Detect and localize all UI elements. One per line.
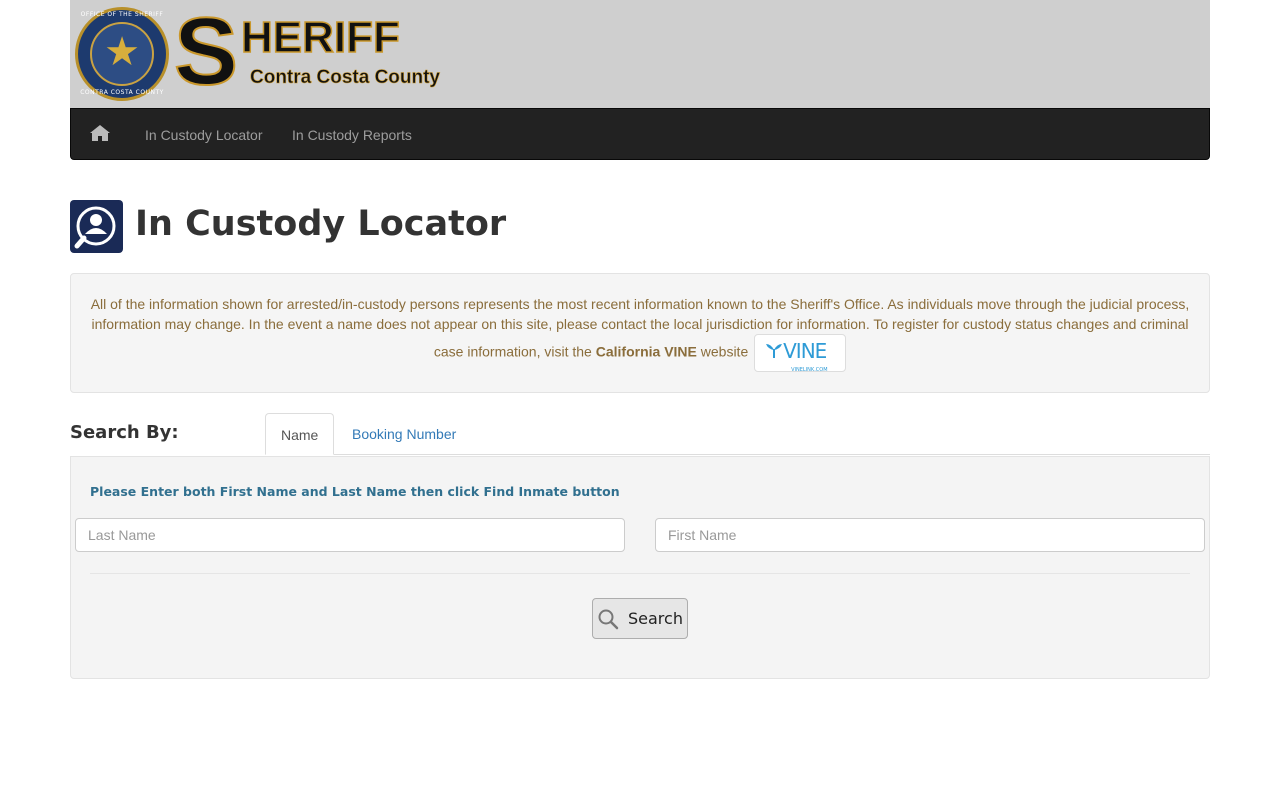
notice-website-text: website xyxy=(696,343,749,360)
logo-big-letter: S xyxy=(173,0,239,105)
notice-text: All of the information shown for arreste… xyxy=(87,294,1193,373)
vine-logo-text: VINE xyxy=(783,339,827,363)
magnifier-icon xyxy=(597,608,619,630)
header-banner: OFFICE OF THE SHERIFF ★ CONTRA COSTA COU… xyxy=(70,0,1210,108)
tab-booking-number[interactable]: Booking Number xyxy=(337,413,471,455)
panel-divider xyxy=(90,573,1190,574)
search-panel: Please Enter both First Name and Last Na… xyxy=(70,456,1210,679)
star-icon: ★ xyxy=(104,29,140,75)
last-name-input[interactable] xyxy=(75,518,625,552)
seal-bottom-text: CONTRA COSTA COUNTY xyxy=(80,89,164,96)
vine-logo-subtext: VINELINK.COM xyxy=(791,367,828,373)
info-notice: All of the information shown for arreste… xyxy=(70,273,1210,393)
logo-county-name: Contra Costa County xyxy=(250,67,441,89)
nav-link-in-custody-locator[interactable]: In Custody Locator xyxy=(145,126,263,144)
person-search-icon xyxy=(70,200,123,253)
search-button[interactable]: Search xyxy=(592,598,688,639)
search-instruction: Please Enter both First Name and Last Na… xyxy=(90,484,620,499)
logo-word: HERIFF xyxy=(240,13,400,63)
vine-link-logo[interactable]: VINE VINELINK.COM xyxy=(754,334,847,373)
top-navbar: In Custody Locator In Custody Reports xyxy=(70,108,1210,160)
page-title: In Custody Locator xyxy=(135,204,507,244)
home-icon[interactable] xyxy=(89,123,111,143)
nav-link-in-custody-reports[interactable]: In Custody Reports xyxy=(292,126,412,144)
search-button-label: Search xyxy=(628,609,683,628)
california-vine-text: California VINE xyxy=(595,343,697,360)
search-by-label: Search By: xyxy=(70,422,179,443)
first-name-input[interactable] xyxy=(655,518,1205,552)
seal-top-text: OFFICE OF THE SHERIFF xyxy=(80,11,164,18)
sheriff-seal-logo: OFFICE OF THE SHERIFF ★ CONTRA COSTA COU… xyxy=(75,7,169,101)
seal-center: ★ xyxy=(90,22,154,86)
tab-name[interactable]: Name xyxy=(265,413,334,455)
